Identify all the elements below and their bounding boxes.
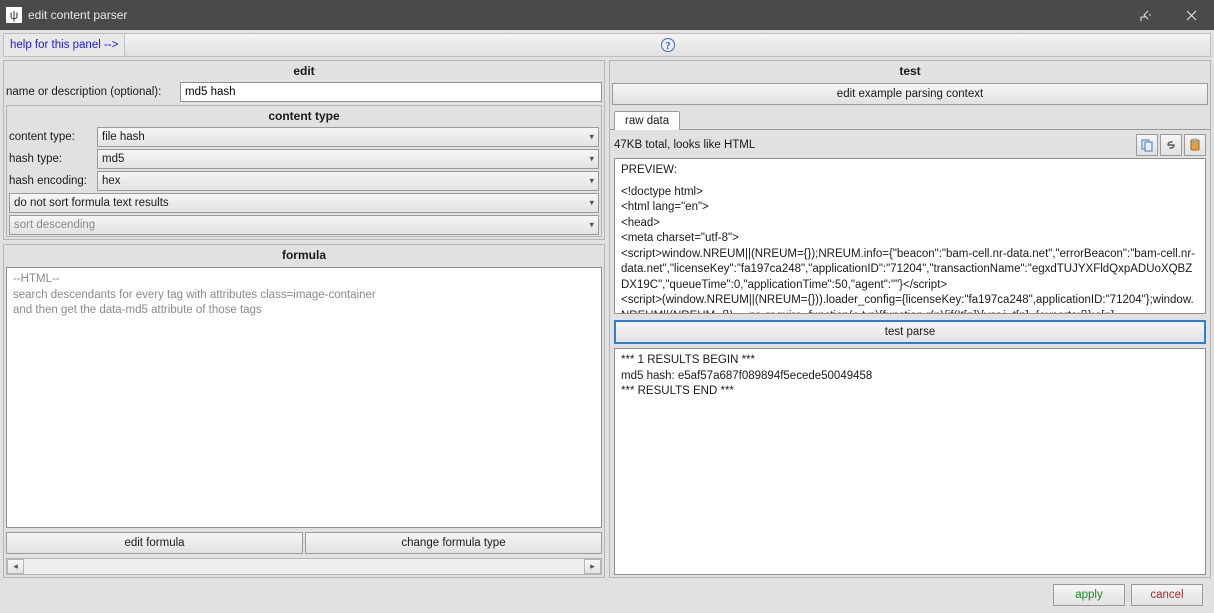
chevron-down-icon: ▾ bbox=[589, 198, 594, 209]
window-title: edit content parser bbox=[28, 8, 1122, 22]
preview-line: <meta charset="utf-8"> bbox=[621, 231, 1199, 247]
hash-encoding-select[interactable]: hex ▾ bbox=[97, 171, 599, 191]
svg-text:?: ? bbox=[665, 41, 670, 52]
hash-encoding-label: hash encoding: bbox=[9, 175, 93, 187]
results-line: *** 1 RESULTS BEGIN *** bbox=[621, 353, 1199, 369]
sort-option-select[interactable]: do not sort formula text results ▾ bbox=[9, 193, 599, 213]
help-track[interactable]: ? bbox=[124, 34, 1210, 56]
preview-title: PREVIEW: bbox=[621, 163, 1199, 179]
test-group: test edit example parsing context raw da… bbox=[609, 60, 1211, 578]
status-text: 47KB total, looks like HTML bbox=[614, 139, 1134, 151]
name-label: name or description (optional): bbox=[6, 86, 176, 98]
chevron-down-icon: ▾ bbox=[589, 154, 594, 165]
edit-context-button[interactable]: edit example parsing context bbox=[612, 83, 1208, 105]
formula-line: search descendants for every tag with at… bbox=[13, 288, 595, 304]
results-line: *** RESULTS END *** bbox=[621, 384, 1199, 400]
hash-type-value: md5 bbox=[102, 153, 124, 165]
sort-direction-value: sort descending bbox=[14, 219, 95, 231]
content-type-title: content type bbox=[7, 106, 601, 126]
formula-text: --HTML-- search descendants for every ta… bbox=[6, 267, 602, 528]
preview-line: <head> bbox=[621, 216, 1199, 232]
formula-line: and then get the data-md5 attribute of t… bbox=[13, 303, 595, 319]
minimize-button[interactable] bbox=[1122, 0, 1168, 30]
preview-line: <!doctype html> bbox=[621, 185, 1199, 201]
formula-title: formula bbox=[4, 245, 604, 265]
formula-hscroll[interactable]: ◂ ▸ bbox=[6, 558, 602, 575]
edit-group: edit name or description (optional): con… bbox=[3, 60, 605, 240]
content-type-value: file hash bbox=[102, 131, 145, 143]
hash-type-select[interactable]: md5 ▾ bbox=[97, 149, 599, 169]
titlebar: ψ edit content parser bbox=[0, 0, 1214, 30]
results-box[interactable]: *** 1 RESULTS BEGIN *** md5 hash: e5af57… bbox=[614, 348, 1206, 575]
chevron-down-icon: ▾ bbox=[589, 220, 594, 231]
tab-raw-data[interactable]: raw data bbox=[614, 111, 680, 130]
scroll-right-icon[interactable]: ▸ bbox=[584, 559, 601, 574]
sort-direction-select: sort descending ▾ bbox=[9, 215, 599, 235]
content-type-group: content type content type: file hash ▾ h… bbox=[6, 105, 602, 237]
preview-line: <html lang="en"> bbox=[621, 200, 1199, 216]
copy-button[interactable] bbox=[1136, 134, 1158, 156]
formula-group: formula --HTML-- search descendants for … bbox=[3, 244, 605, 578]
link-icon bbox=[1164, 138, 1178, 152]
sort-option-value: do not sort formula text results bbox=[14, 197, 169, 209]
help-bar: help for this panel --> ? bbox=[3, 33, 1211, 57]
copy-icon bbox=[1140, 138, 1154, 152]
scroll-left-icon[interactable]: ◂ bbox=[7, 559, 24, 574]
footer: apply cancel bbox=[3, 578, 1211, 610]
help-icon: ? bbox=[660, 37, 676, 53]
preview-line: <script>(window.NREUM||(NREUM={})).loade… bbox=[621, 293, 1199, 314]
edit-formula-button[interactable]: edit formula bbox=[6, 532, 303, 554]
scroll-track[interactable] bbox=[24, 559, 584, 574]
preview-box[interactable]: PREVIEW: <!doctype html> <html lang="en"… bbox=[614, 158, 1206, 314]
formula-line: --HTML-- bbox=[13, 272, 595, 288]
test-title: test bbox=[610, 61, 1210, 81]
help-label[interactable]: help for this panel --> bbox=[4, 39, 124, 51]
paste-button[interactable] bbox=[1184, 134, 1206, 156]
name-input[interactable] bbox=[180, 82, 602, 102]
hash-encoding-value: hex bbox=[102, 175, 121, 187]
paste-icon bbox=[1188, 138, 1202, 152]
change-formula-type-button[interactable]: change formula type bbox=[305, 532, 602, 554]
edit-title: edit bbox=[4, 61, 604, 81]
close-button[interactable] bbox=[1168, 0, 1214, 30]
app-icon: ψ bbox=[6, 7, 22, 23]
chevron-down-icon: ▾ bbox=[589, 176, 594, 187]
test-parse-button[interactable]: test parse bbox=[614, 320, 1206, 344]
cancel-button[interactable]: cancel bbox=[1131, 584, 1203, 606]
link-button[interactable] bbox=[1160, 134, 1182, 156]
hash-type-label: hash type: bbox=[9, 153, 93, 165]
content-type-select[interactable]: file hash ▾ bbox=[97, 127, 599, 147]
content-type-label: content type: bbox=[9, 131, 93, 143]
tabs-row: raw data bbox=[610, 107, 1210, 129]
apply-button[interactable]: apply bbox=[1053, 584, 1125, 606]
preview-line: <script>window.NREUM||(NREUM={});NREUM.i… bbox=[621, 247, 1199, 294]
results-line: md5 hash: e5af57a687f089894f5ecede500494… bbox=[621, 369, 1199, 385]
chevron-down-icon: ▾ bbox=[589, 132, 594, 143]
